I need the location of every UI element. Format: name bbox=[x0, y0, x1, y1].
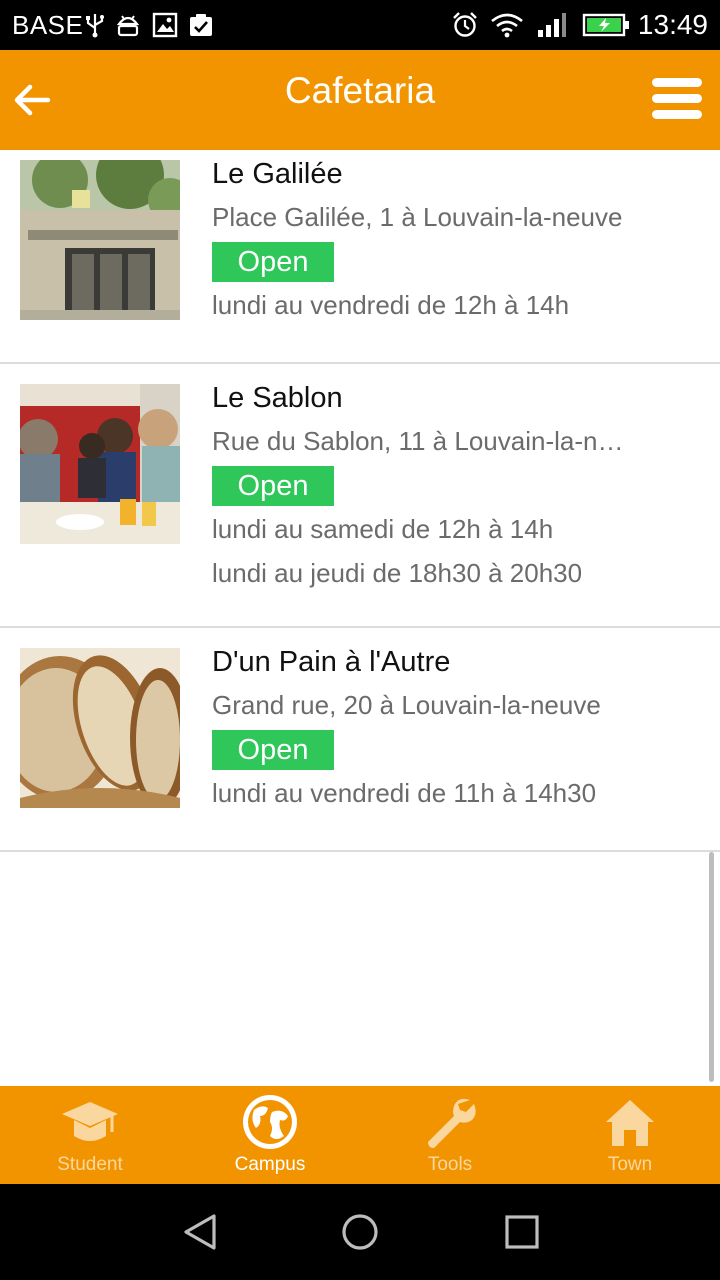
item-name: Le Galilée bbox=[212, 158, 343, 190]
cafeteria-list[interactable]: Le Galilée Place Galilée, 1 à Louvain-la… bbox=[0, 150, 720, 1086]
bread-photo bbox=[20, 648, 180, 808]
wifi-icon bbox=[491, 13, 523, 38]
battery-charging-icon bbox=[582, 13, 629, 37]
clock-time: 13:49 bbox=[637, 9, 708, 40]
list-item-dun-pain-a-lautre[interactable]: D'un Pain à l'Autre Grand rue, 20 à Louv… bbox=[0, 628, 720, 852]
recents-square-icon[interactable] bbox=[502, 1212, 542, 1252]
usb-icon bbox=[86, 14, 104, 38]
list-item-le-sablon[interactable]: Le Sablon Rue du Sablon, 11 à Louvain-la… bbox=[0, 364, 720, 628]
tab-label: Tools bbox=[427, 1154, 473, 1175]
item-hours: lundi au jeudi de 18h30 à 20h30 bbox=[212, 558, 583, 588]
globe-icon bbox=[243, 1095, 297, 1149]
tab-town[interactable]: Town bbox=[540, 1086, 720, 1184]
alarm-icon bbox=[453, 12, 477, 37]
tab-label: Town bbox=[607, 1154, 653, 1175]
carrier-label: BASE bbox=[12, 10, 84, 40]
app-bar: Cafetaria bbox=[0, 50, 720, 150]
tab-label: Campus bbox=[234, 1154, 306, 1175]
home-icon bbox=[606, 1100, 654, 1146]
tab-student[interactable]: Student bbox=[0, 1086, 180, 1184]
status-bar: BASE 13:49 bbox=[0, 0, 720, 50]
le-sablon-photo bbox=[20, 384, 180, 544]
home-circle-icon[interactable] bbox=[340, 1212, 380, 1252]
hamburger-menu-icon[interactable] bbox=[652, 78, 702, 122]
clipboard-check-icon bbox=[190, 14, 212, 36]
tab-label: Student bbox=[57, 1154, 123, 1175]
signal-icon bbox=[538, 13, 566, 37]
status-badge: Open bbox=[212, 730, 334, 770]
item-address: Rue du Sablon, 11 à Louvain-la-neuve bbox=[212, 426, 624, 456]
android-icon bbox=[116, 15, 140, 37]
item-hours: lundi au vendredi de 12h à 14h bbox=[212, 290, 570, 320]
item-address: Grand rue, 20 à Louvain-la-neuve bbox=[212, 690, 601, 720]
page-title: Cafetaria bbox=[284, 70, 436, 111]
list-item-le-galilee[interactable]: Le Galilée Place Galilée, 1 à Louvain-la… bbox=[0, 150, 720, 364]
item-hours: lundi au vendredi de 11h à 14h30 bbox=[212, 778, 597, 808]
le-galilee-photo bbox=[20, 160, 180, 320]
item-name: Le Sablon bbox=[212, 382, 343, 414]
item-address: Place Galilée, 1 à Louvain-la-neuve bbox=[212, 202, 623, 232]
status-badge: Open bbox=[212, 466, 334, 506]
system-nav-bar bbox=[0, 1184, 720, 1280]
image-icon bbox=[152, 12, 178, 38]
wrench-icon bbox=[428, 1098, 476, 1148]
scrollbar[interactable] bbox=[709, 852, 714, 1082]
tab-campus[interactable]: Campus bbox=[180, 1086, 360, 1184]
status-badge: Open bbox=[212, 242, 334, 282]
back-triangle-icon[interactable] bbox=[180, 1212, 220, 1252]
item-name: D'un Pain à l'Autre bbox=[212, 646, 451, 678]
graduation-cap-icon bbox=[62, 1102, 118, 1141]
bottom-tab-bar: Student Campus Tools Town bbox=[0, 1086, 720, 1184]
tab-tools[interactable]: Tools bbox=[360, 1086, 540, 1184]
item-hours: lundi au samedi de 12h à 14h bbox=[212, 514, 554, 544]
